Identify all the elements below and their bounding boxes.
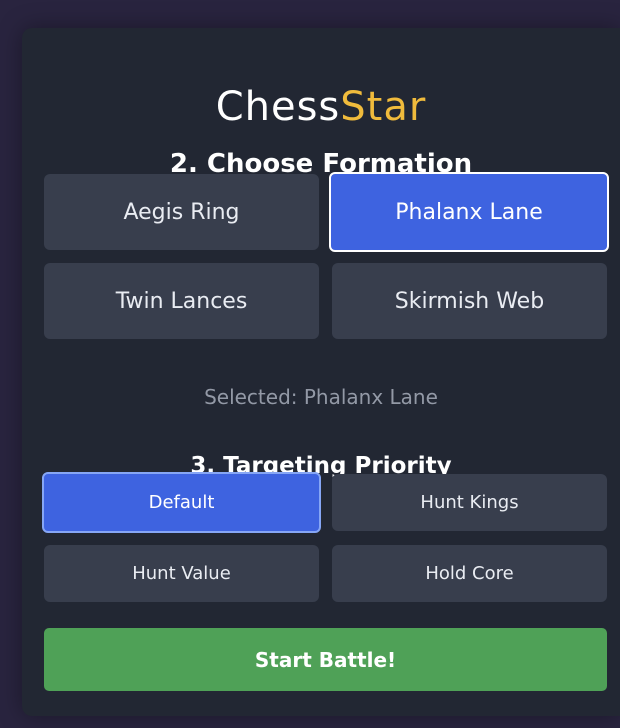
formation-option-label: Aegis Ring bbox=[123, 199, 240, 225]
logo-text-chess: Chess bbox=[215, 84, 341, 130]
formation-option-label: Skirmish Web bbox=[394, 288, 545, 314]
chessstar-logo: ChessStar bbox=[22, 84, 620, 130]
targeting-option-label: Hunt Kings bbox=[420, 492, 519, 513]
setup-panel: ChessStar 2. Choose Formation Aegis Ring… bbox=[22, 28, 620, 716]
targeting-option-hunt-value[interactable]: Hunt Value bbox=[44, 545, 319, 602]
targeting-option-hunt-kings[interactable]: Hunt Kings bbox=[332, 474, 607, 531]
targeting-option-label: Hunt Value bbox=[132, 563, 231, 584]
formation-option-label: Phalanx Lane bbox=[395, 199, 543, 225]
formation-option-twin-lances[interactable]: Twin Lances bbox=[44, 263, 319, 339]
formation-option-aegis-ring[interactable]: Aegis Ring bbox=[44, 174, 319, 250]
logo-text-star: Star bbox=[340, 84, 427, 130]
formation-option-phalanx-lane[interactable]: Phalanx Lane bbox=[329, 172, 609, 252]
targeting-option-label: Hold Core bbox=[425, 563, 514, 584]
targeting-option-label: Default bbox=[148, 492, 215, 513]
formation-option-skirmish-web[interactable]: Skirmish Web bbox=[332, 263, 607, 339]
selected-formation-text: Selected: Phalanx Lane bbox=[204, 385, 438, 409]
targeting-option-hold-core[interactable]: Hold Core bbox=[332, 545, 607, 602]
start-battle-button[interactable]: Start Battle! bbox=[44, 628, 607, 691]
formation-option-label: Twin Lances bbox=[115, 288, 248, 314]
targeting-option-default[interactable]: Default bbox=[42, 472, 321, 533]
